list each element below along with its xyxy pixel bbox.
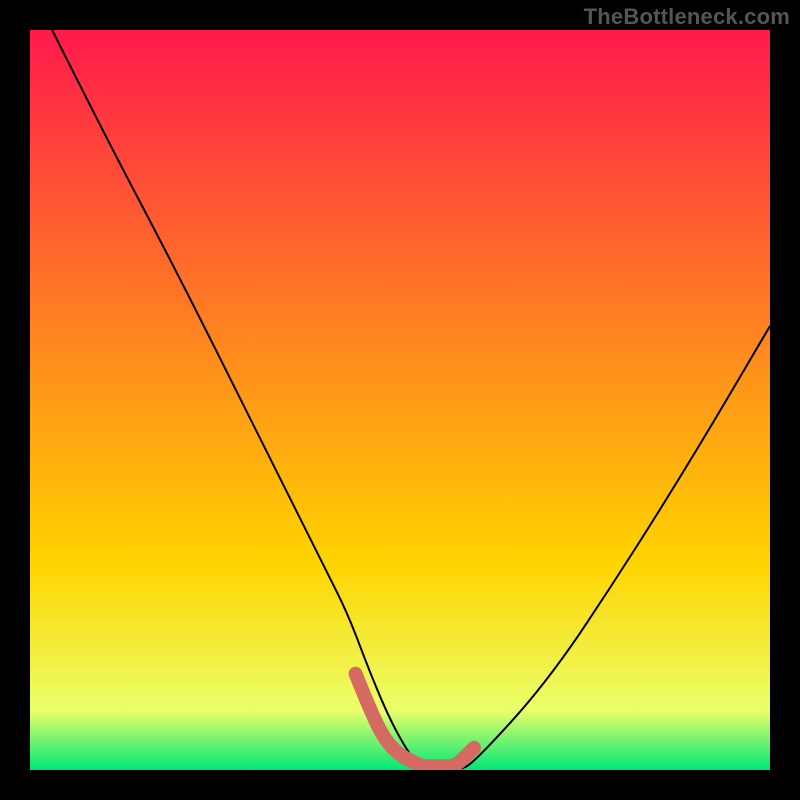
chart-svg — [30, 30, 770, 770]
plot-area — [30, 30, 770, 770]
watermark-text: TheBottleneck.com — [584, 4, 790, 30]
chart-frame: TheBottleneck.com — [0, 0, 800, 800]
gradient-background — [30, 30, 770, 770]
